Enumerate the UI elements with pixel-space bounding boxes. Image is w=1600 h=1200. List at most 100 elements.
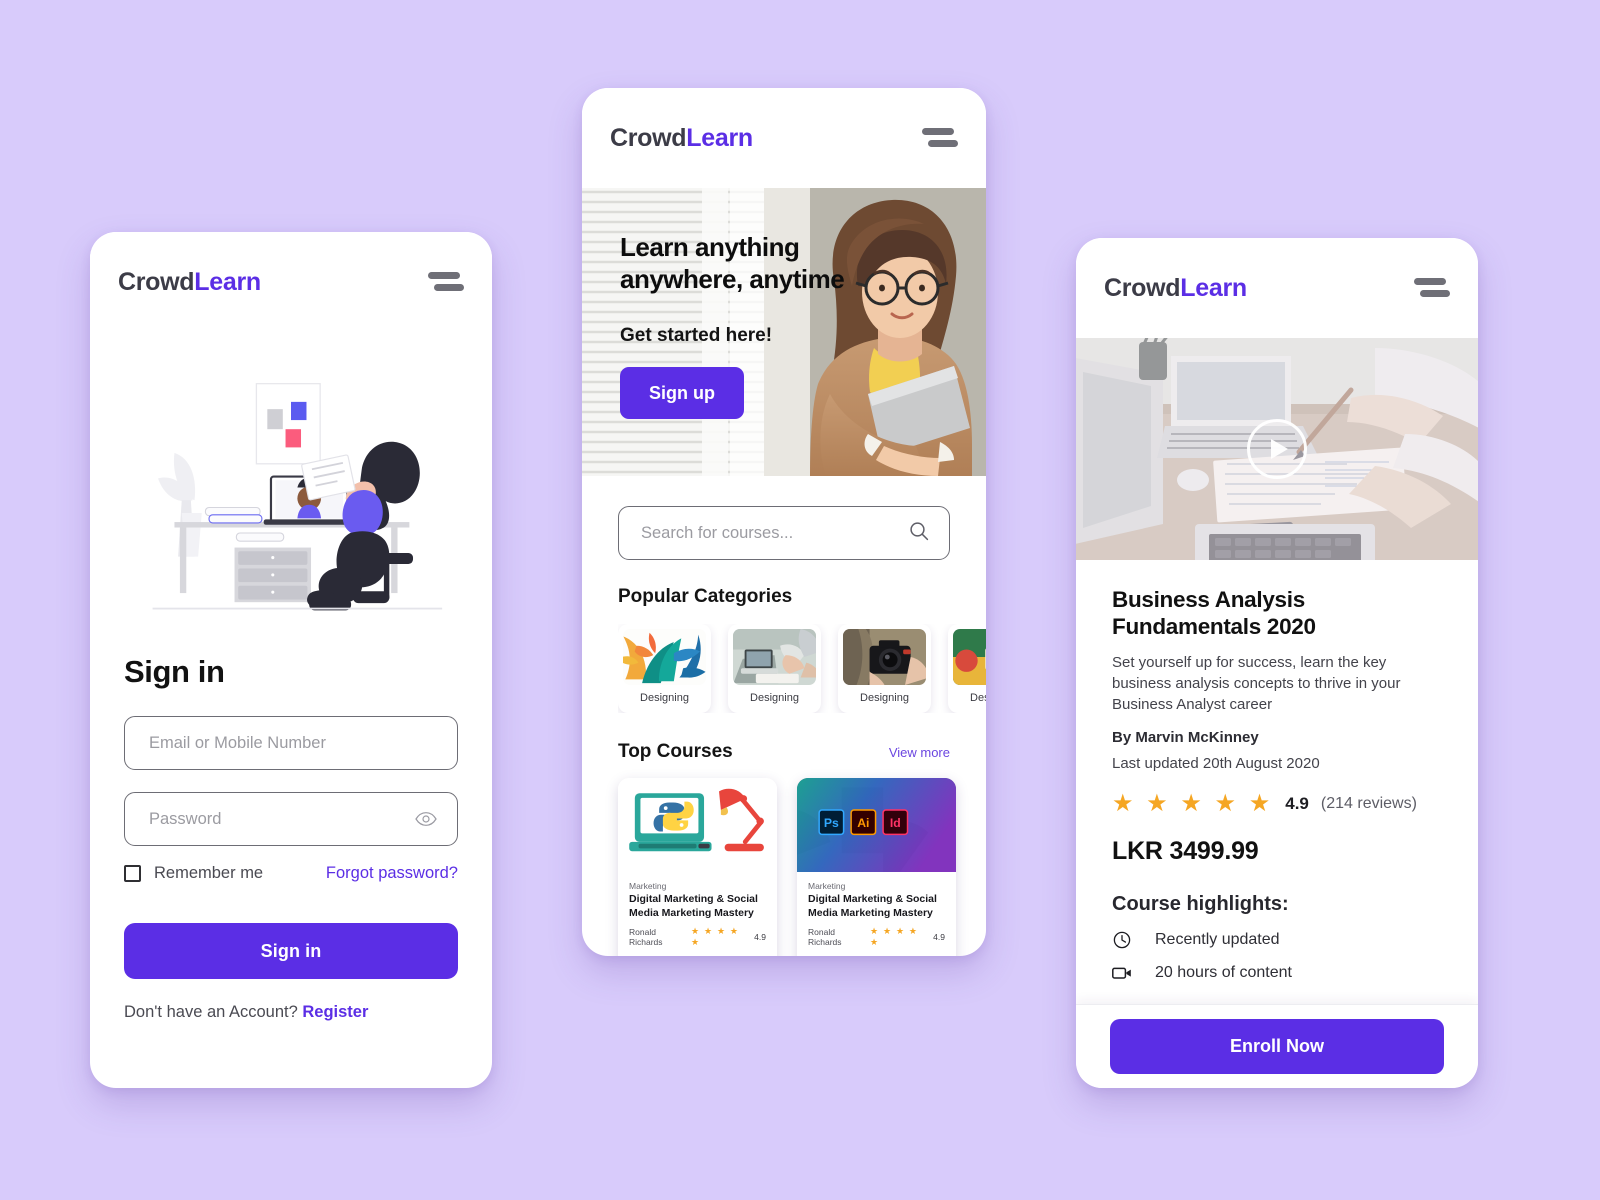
hero-subheadline: Get started here!: [620, 325, 773, 347]
sign-up-button[interactable]: Sign up: [620, 367, 744, 420]
svg-text:Id: Id: [890, 816, 901, 830]
home-body: Popular Categories: [582, 506, 986, 956]
search-input[interactable]: [641, 523, 909, 543]
video-camera-icon: [1112, 966, 1132, 980]
brand-logo-dark: Crowd: [118, 267, 195, 296]
register-prompt: Don't have an Account? Register: [124, 1003, 458, 1022]
email-input[interactable]: [125, 717, 457, 769]
app-bar: CrowdLearn: [582, 88, 986, 188]
remember-row: Remember me Forgot password?: [124, 864, 458, 883]
remember-me-checkbox[interactable]: [124, 865, 141, 882]
course-rating: ★ ★ ★ ★ ★ 4.9: [691, 926, 766, 948]
eye-toggle-password-icon[interactable]: [415, 812, 437, 827]
brand-logo-accent: Learn: [1180, 273, 1247, 302]
top-courses-header: Top Courses View more: [618, 741, 950, 763]
course-name: Digital Marketing & Social Media Marketi…: [629, 893, 758, 919]
svg-text:Ps: Ps: [824, 816, 839, 830]
forgot-password-link[interactable]: Forgot password?: [326, 864, 458, 883]
category-label: Designing: [860, 692, 909, 704]
course-rating-value: 4.9: [1285, 793, 1309, 813]
course-title: Business Analysis Fundamentals 2020: [1112, 587, 1316, 640]
course-rating: ★ ★ ★ ★ ★ 4.9: [870, 926, 945, 948]
popular-categories-header: Popular Categories: [618, 586, 950, 608]
course-meta: Marketing Digital Marketing & Social Med…: [797, 872, 956, 956]
course-card[interactable]: Marketing Digital Marketing & Social Med…: [618, 778, 777, 956]
search-icon[interactable]: [909, 521, 929, 546]
course-rating-value: 4.9: [754, 931, 766, 942]
svg-text:Ai: Ai: [857, 816, 869, 830]
hero-headline-line1: Learn anything: [620, 232, 800, 262]
signin-screen: CrowdLearn Sign in Email or Mobile Numbe…: [90, 232, 492, 1088]
course-author: Ronald Richards: [629, 926, 663, 947]
course-action-bar: Enroll Now: [1076, 1004, 1478, 1088]
course-card[interactable]: Ps Ai Id Marketing Digital Marketing & S…: [797, 778, 956, 956]
screens-stage: CrowdLearn Sign in Email or Mobile Numbe…: [0, 0, 1600, 1200]
register-link[interactable]: Register: [302, 1003, 368, 1021]
category-card[interactable]: Designing: [838, 624, 931, 713]
course-author: By Marvin McKinney: [1112, 728, 1259, 746]
course-detail-screen: CrowdLearn Business Analysis Fundamental…: [1076, 238, 1478, 1088]
brand-logo-accent: Learn: [686, 123, 753, 152]
play-button-icon[interactable]: [1247, 419, 1307, 479]
highlight-item: Recently updated: [1112, 931, 1442, 949]
course-detail-body: Business Analysis Fundamentals 2020 Set …: [1076, 560, 1478, 982]
course-last-updated: Last updated 20th August 2020: [1112, 754, 1320, 772]
hamburger-menu-icon[interactable]: [922, 126, 958, 150]
top-courses-title: Top Courses: [618, 741, 733, 762]
highlight-item: 20 hours of content: [1112, 964, 1442, 982]
category-card[interactable]: Designing: [618, 624, 711, 713]
brand-logo[interactable]: CrowdLearn: [610, 124, 753, 153]
course-highlights-title: Course highlights:: [1112, 892, 1289, 915]
category-card-partial[interactable]: Designing: [948, 624, 986, 713]
course-description: Set yourself up for success, learn the k…: [1112, 653, 1401, 714]
course-meta: Marketing Digital Marketing & Social Med…: [618, 872, 777, 956]
online-learning-illustration: [118, 332, 464, 632]
app-bar: CrowdLearn: [90, 232, 492, 332]
brand-logo-dark: Crowd: [610, 123, 687, 152]
popular-categories-title: Popular Categories: [618, 586, 793, 607]
category-thumbnail: [623, 629, 706, 685]
category-thumbnail: [953, 629, 986, 685]
search-bar[interactable]: [618, 506, 950, 560]
clock-icon: [1112, 931, 1132, 949]
app-bar: CrowdLearn: [1076, 238, 1478, 338]
brand-logo-accent: Learn: [194, 267, 261, 296]
course-thumbnail: Ps Ai Id: [797, 778, 956, 872]
top-courses-carousel[interactable]: Marketing Digital Marketing & Social Med…: [618, 778, 956, 956]
enroll-now-button[interactable]: Enroll Now: [1110, 1019, 1444, 1074]
brand-logo-dark: Crowd: [1104, 273, 1181, 302]
sign-in-button[interactable]: Sign in: [124, 923, 458, 979]
star-rating-icon: ★ ★ ★ ★ ★: [1112, 789, 1274, 817]
email-field-wrapper: [124, 716, 458, 770]
hamburger-menu-icon[interactable]: [1414, 276, 1450, 300]
category-thumbnail: [843, 629, 926, 685]
register-prompt-text: Don't have an Account?: [124, 1003, 298, 1021]
course-category: Marketing: [629, 881, 667, 891]
brand-logo[interactable]: CrowdLearn: [118, 268, 261, 297]
course-review-count: (214 reviews): [1320, 794, 1417, 812]
hamburger-menu-icon[interactable]: [428, 270, 464, 294]
highlight-text: 20 hours of content: [1155, 963, 1292, 981]
category-label: Designing: [750, 692, 799, 704]
view-more-link[interactable]: View more: [889, 745, 950, 760]
star-rating-icon: ★ ★ ★ ★ ★: [691, 925, 740, 947]
star-rating-icon: ★ ★ ★ ★ ★: [870, 925, 919, 947]
hero-copy: Learn anything anywhere, anytime Get sta…: [620, 232, 880, 420]
course-category: Marketing: [808, 881, 846, 891]
remember-me-group[interactable]: Remember me: [124, 864, 263, 883]
highlight-text: Recently updated: [1155, 930, 1280, 948]
course-price: LKR 3499.99: [1112, 836, 1259, 865]
course-rating-value: 4.9: [933, 931, 945, 942]
course-rating-row: ★ ★ ★ ★ ★ 4.9 (214 reviews): [1112, 789, 1442, 817]
password-field-wrapper: [124, 792, 458, 846]
categories-carousel[interactable]: Designing Designing Designing De: [618, 624, 986, 713]
category-label: Designing: [970, 692, 986, 704]
category-thumbnail: [733, 629, 816, 685]
brand-logo[interactable]: CrowdLearn: [1104, 274, 1247, 303]
course-name: Digital Marketing & Social Media Marketi…: [808, 893, 937, 919]
password-input[interactable]: [125, 793, 457, 845]
page-title: Sign in: [124, 654, 225, 689]
category-card[interactable]: Designing: [728, 624, 821, 713]
course-video-player[interactable]: [1076, 338, 1478, 560]
course-author-rating-row: Ronald Richards ★ ★ ★ ★ ★ 4.9: [629, 926, 766, 948]
